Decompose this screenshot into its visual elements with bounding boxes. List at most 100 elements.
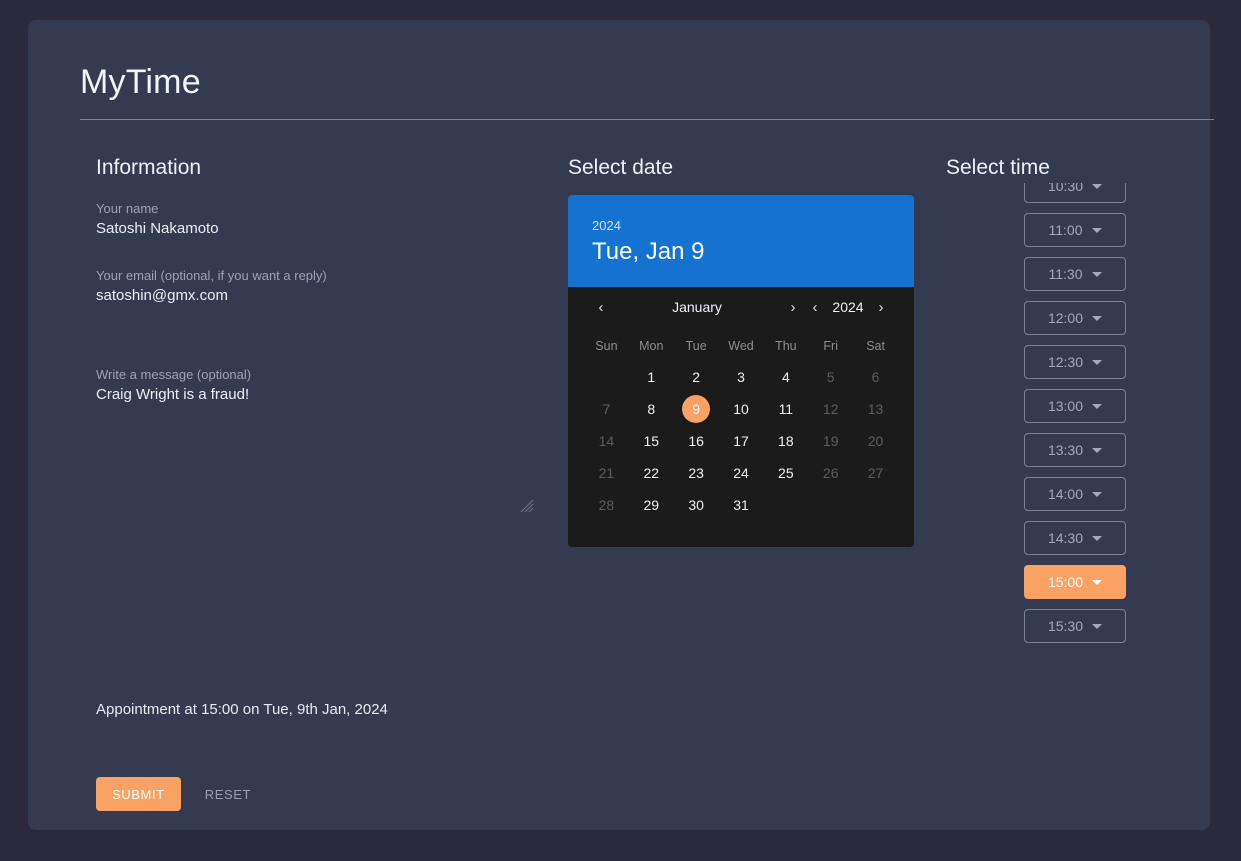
- calendar-day-empty: [853, 489, 898, 521]
- day-of-week-thu: Thu: [775, 339, 797, 353]
- calendar-day-label: 9: [682, 395, 711, 423]
- submit-button[interactable]: SUBMIT: [96, 777, 181, 811]
- message-field[interactable]: Write a message (optional) Craig Wright …: [96, 366, 536, 515]
- calendar-day-label: 21: [598, 465, 615, 481]
- calendar-day-2[interactable]: 2: [674, 361, 719, 393]
- calendar-day-25[interactable]: 25: [763, 457, 808, 489]
- calendar-day-label: 5: [826, 369, 835, 385]
- calendar-weeks: 1 2 3 4 5 6 7 8 9 10 11 12 13 14 15 16 17 18 19 20 21 22 23 24 2…: [584, 361, 898, 521]
- calendar-day-label: 18: [778, 433, 794, 449]
- time-slot-13-00[interactable]: 13:00: [1024, 389, 1126, 423]
- calendar-day-label: [592, 363, 620, 391]
- information-heading: Information: [96, 156, 202, 179]
- chevron-down-icon: [1092, 579, 1103, 585]
- calendar-week-row: 14 15 16 17 18 19 20: [584, 425, 898, 457]
- calendar-day-label: 7: [602, 401, 611, 417]
- message-textarea[interactable]: Craig Wright is a fraud!: [96, 385, 536, 515]
- time-slot-15-00[interactable]: 15:00: [1024, 565, 1126, 599]
- time-slot-11-00[interactable]: 11:00: [1024, 213, 1126, 247]
- calendar-day-26: 26: [808, 457, 853, 489]
- time-slot-13-30[interactable]: 13:30: [1024, 433, 1126, 467]
- chevron-down-icon: [1092, 535, 1103, 541]
- time-slot-label: 13:00: [1047, 398, 1084, 414]
- date-picker[interactable]: 2024 Tue, Jan 9 ‹ January › ‹ 2024 › Sun…: [568, 195, 914, 547]
- chevron-down-icon: [1092, 491, 1103, 497]
- time-slot-container: 10:30 11:00 11:30 12:00 12:30 13:00 13:30 14:00…: [946, 183, 1126, 643]
- name-field[interactable]: Your name Satoshi Nakamoto: [96, 200, 536, 239]
- calendar-day-label: 27: [867, 465, 884, 481]
- time-slot-label: 10:30: [1047, 183, 1084, 194]
- calendar-day-label: 22: [643, 465, 660, 481]
- calendar-week-row: 21 22 23 24 25 26 27: [584, 457, 898, 489]
- time-slot-15-30[interactable]: 15:30: [1024, 609, 1126, 643]
- day-of-week-fri: Fri: [823, 339, 838, 353]
- calendar-day-17[interactable]: 17: [719, 425, 764, 457]
- calendar-day-23[interactable]: 23: [674, 457, 719, 489]
- time-slot-14-00[interactable]: 14:00: [1024, 477, 1126, 511]
- email-field-label: Your email (optional, if you want a repl…: [96, 268, 327, 283]
- date-picker-selected-date: Tue, Jan 9: [592, 238, 705, 265]
- next-year-icon[interactable]: ›: [870, 299, 892, 316]
- message-field-label: Write a message (optional): [96, 367, 252, 382]
- time-slot-14-30[interactable]: 14:30: [1024, 521, 1126, 555]
- chevron-down-icon: [1092, 315, 1103, 321]
- calendar-day-16[interactable]: 16: [674, 425, 719, 457]
- title-divider: [80, 119, 1214, 120]
- calendar-day-label: [817, 491, 845, 519]
- time-slot-12-30[interactable]: 12:30: [1024, 345, 1126, 379]
- day-of-week-sun: Sun: [595, 339, 618, 353]
- chevron-down-icon: [1092, 359, 1103, 365]
- calendar-day-11[interactable]: 11: [763, 393, 808, 425]
- calendar-day-3[interactable]: 3: [719, 361, 764, 393]
- calendar-day-label: 23: [688, 465, 704, 481]
- app-root: MyTime Information Select date Select ti…: [0, 0, 1241, 861]
- chevron-down-icon: [1091, 271, 1102, 277]
- select-date-heading: Select date: [568, 156, 674, 179]
- time-slot-label: 11:30: [1048, 266, 1083, 282]
- calendar-day-empty: [763, 489, 808, 521]
- chevron-down-icon: [1091, 227, 1102, 233]
- chevron-down-icon: [1092, 183, 1103, 189]
- calendar-day-4[interactable]: 4: [763, 361, 808, 393]
- calendar-day-30[interactable]: 30: [674, 489, 719, 521]
- calendar-day-label: 14: [598, 433, 615, 449]
- appointment-summary: Appointment at 15:00 on Tue, 9th Jan, 20…: [96, 701, 388, 718]
- calendar-day-9[interactable]: 9: [674, 393, 719, 425]
- reset-button[interactable]: RESET: [189, 777, 267, 811]
- date-picker-header: 2024 Tue, Jan 9: [568, 195, 914, 287]
- calendar-grid: Sun Mon Tue Wed Thu Fri Sat 1 2 3 4 5 6 7 8 9 10 11 12 13 1…: [568, 327, 914, 547]
- calendar-week-row: 1 2 3 4 5 6: [584, 361, 898, 393]
- calendar-day-1[interactable]: 1: [629, 361, 674, 393]
- calendar-day-empty: [808, 489, 853, 521]
- booking-card: MyTime Information Select date Select ti…: [28, 20, 1214, 830]
- time-slot-10-30[interactable]: 10:30: [1024, 183, 1126, 203]
- calendar-day-22[interactable]: 22: [629, 457, 674, 489]
- next-month-icon[interactable]: ›: [782, 299, 804, 316]
- calendar-day-15[interactable]: 15: [629, 425, 674, 457]
- calendar-day-10[interactable]: 10: [719, 393, 764, 425]
- action-buttons: SUBMIT RESET: [96, 777, 267, 811]
- calendar-day-5: 5: [808, 361, 853, 393]
- calendar-day-12: 12: [808, 393, 853, 425]
- calendar-day-24[interactable]: 24: [719, 457, 764, 489]
- time-slot-label: 11:00: [1048, 222, 1083, 238]
- calendar-day-label: 19: [822, 433, 839, 449]
- email-field[interactable]: Your email (optional, if you want a repl…: [96, 267, 536, 306]
- calendar-day-18[interactable]: 18: [763, 425, 808, 457]
- calendar-day-29[interactable]: 29: [629, 489, 674, 521]
- time-slot-list[interactable]: 10:30 11:00 11:30 12:00 12:30 13:00 13:30 14:00…: [946, 183, 1126, 663]
- prev-year-icon[interactable]: ‹: [804, 299, 826, 316]
- calendar-day-7: 7: [584, 393, 629, 425]
- prev-month-icon[interactable]: ‹: [590, 299, 612, 316]
- calendar-day-label: 25: [778, 465, 794, 481]
- resize-grip-icon[interactable]: [520, 499, 534, 513]
- calendar-day-19: 19: [808, 425, 853, 457]
- time-slot-12-00[interactable]: 12:00: [1024, 301, 1126, 335]
- name-field-value: Satoshi Nakamoto: [96, 220, 219, 237]
- time-slot-11-30[interactable]: 11:30: [1024, 257, 1126, 291]
- calendar-day-31[interactable]: 31: [719, 489, 764, 521]
- calendar-day-label: 3: [737, 369, 745, 385]
- calendar-day-8[interactable]: 8: [629, 393, 674, 425]
- time-slot-label: 13:30: [1047, 442, 1084, 458]
- time-slot-label: 15:30: [1047, 618, 1084, 634]
